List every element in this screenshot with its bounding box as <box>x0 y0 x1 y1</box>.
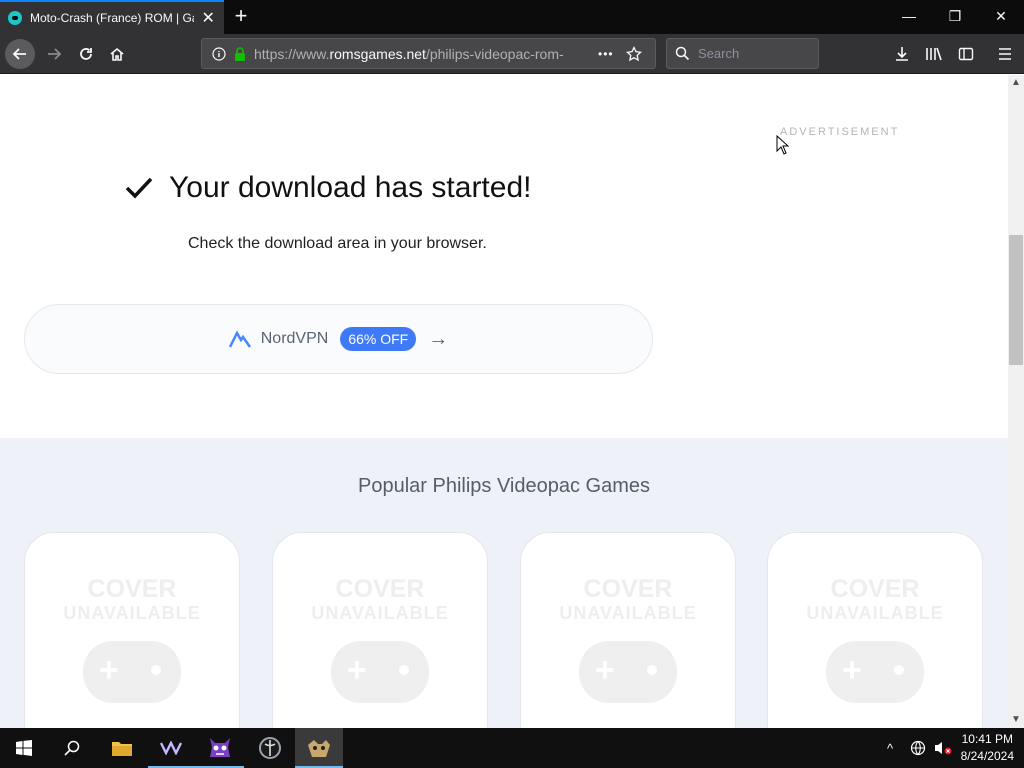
system-clock[interactable]: 10:41 PM 8/24/2024 <box>961 731 1014 765</box>
url-prefix: https://www. <box>254 45 330 62</box>
cover-text-line1: COVER <box>583 575 673 603</box>
scroll-up-icon[interactable]: ▲ <box>1008 75 1024 91</box>
cover-text-line1: COVER <box>830 575 920 603</box>
window-restore-button[interactable]: ❐ <box>932 0 978 34</box>
gamepad-icon <box>331 641 429 703</box>
arrow-right-icon: → <box>428 327 449 350</box>
page-actions-icon[interactable]: ••• <box>598 47 614 61</box>
cover-text-line2: UNAVAILABLE <box>63 603 201 623</box>
cover-text-line1: COVER <box>87 575 177 603</box>
game-card[interactable]: COVER UNAVAILABLE <box>767 532 983 728</box>
gamepad-icon <box>83 641 181 703</box>
forward-arrow-icon <box>48 48 62 60</box>
url-path: /philips-videopac-rom- <box>425 45 564 62</box>
app-logo-icon <box>160 741 183 755</box>
game-card[interactable]: COVER UNAVAILABLE <box>24 532 240 728</box>
taskbar-game-app[interactable] <box>196 728 244 768</box>
globe-icon <box>910 740 926 756</box>
search-bar[interactable] <box>666 38 819 69</box>
cover-text-line2: UNAVAILABLE <box>311 603 449 623</box>
library-button[interactable] <box>920 40 948 68</box>
game-card[interactable]: COVER UNAVAILABLE <box>520 532 736 728</box>
monster-icon <box>210 738 230 757</box>
scroll-thumb[interactable] <box>1009 235 1023 365</box>
download-heading: Your download has started! <box>125 171 531 205</box>
taskbar-firefox-app[interactable] <box>295 728 343 768</box>
url-text[interactable]: https://www.romsgames.net/philips-videop… <box>254 46 564 62</box>
clock-time: 10:41 PM <box>961 732 1013 746</box>
game-card[interactable]: COVER UNAVAILABLE <box>272 532 488 728</box>
popular-games-section: Popular Philips Videopac Games COVER UNA… <box>0 438 1008 728</box>
window-minimize-button[interactable]: — <box>886 0 932 34</box>
page-content: ADVERTISEMENT Your download has started!… <box>0 75 1008 728</box>
folder-icon <box>112 742 132 756</box>
checkmark-icon <box>125 177 153 199</box>
windows-logo-icon <box>16 740 32 756</box>
tab-bar: Moto-Crash (France) ROM | Games ✕ + — ❐ … <box>0 0 1024 34</box>
browser-window: Moto-Crash (France) ROM | Games ✕ + — ❐ … <box>0 0 1024 728</box>
download-icon <box>896 47 908 61</box>
windows-taskbar: ^ 10:41 PM 8/24/2024 <box>0 728 1024 768</box>
home-icon <box>110 47 124 61</box>
discount-badge: 66% OFF <box>340 327 417 351</box>
bookmark-star-icon[interactable] <box>625 45 642 62</box>
cover-text-line2: UNAVAILABLE <box>806 603 944 623</box>
sidebar-icon <box>958 47 974 61</box>
menu-button[interactable] <box>991 40 1019 68</box>
lock-icon[interactable] <box>234 46 246 61</box>
nav-toolbar: https://www.romsgames.net/philips-videop… <box>0 34 1024 74</box>
info-icon[interactable] <box>212 46 226 61</box>
download-subtitle: Check the download area in your browser. <box>188 235 487 252</box>
download-title: Your download has started! <box>169 171 532 204</box>
advertisement-label: ADVERTISEMENT <box>780 126 900 138</box>
raccoon-app-icon <box>308 740 330 757</box>
reload-icon <box>80 48 92 60</box>
url-host: romsgames.net <box>329 45 426 62</box>
forward-button[interactable] <box>40 40 68 68</box>
search-icon <box>675 46 690 61</box>
emulator-icon <box>259 737 281 759</box>
cover-text-line2: UNAVAILABLE <box>559 603 697 623</box>
back-button[interactable] <box>5 39 35 69</box>
taskbar-emulator-app[interactable] <box>246 728 294 768</box>
cover-text-line1: COVER <box>335 575 425 603</box>
gamepad-icon <box>826 641 924 703</box>
home-button[interactable] <box>103 40 131 68</box>
popular-games-title: Popular Philips Videopac Games <box>357 475 651 497</box>
tab-title: Moto-Crash (France) ROM | Games <box>30 11 194 25</box>
network-globe-icon[interactable] <box>910 728 926 768</box>
tab-active[interactable]: Moto-Crash (France) ROM | Games ✕ <box>0 0 224 34</box>
search-icon <box>64 740 80 756</box>
gamepad-icon <box>579 641 677 703</box>
back-arrow-icon <box>12 48 26 60</box>
clock-date: 8/24/2024 <box>960 749 1014 763</box>
start-button[interactable] <box>0 728 48 768</box>
volume-muted-icon[interactable] <box>934 728 952 768</box>
downloads-button[interactable] <box>888 40 916 68</box>
page-scrollbar[interactable]: ▲ ▼ <box>1008 75 1024 728</box>
reload-button[interactable] <box>72 40 100 68</box>
hamburger-menu-icon <box>999 48 1011 60</box>
vpn-name: NordVPN <box>260 330 329 347</box>
mouse-cursor-icon <box>776 135 790 155</box>
nordvpn-ad-banner[interactable]: NordVPN 66% OFF → <box>24 304 653 374</box>
window-close-button[interactable]: ✕ <box>978 0 1024 34</box>
nordvpn-logo-icon <box>228 330 251 348</box>
new-tab-button[interactable]: + <box>228 4 254 30</box>
tab-close-icon[interactable]: ✕ <box>200 8 216 28</box>
site-favicon-icon <box>8 11 22 25</box>
file-explorer-button[interactable] <box>98 728 146 768</box>
taskbar-search-button[interactable] <box>48 728 96 768</box>
scroll-down-icon[interactable]: ▼ <box>1008 712 1024 728</box>
search-input[interactable] <box>698 46 808 61</box>
tray-chevron-icon[interactable]: ^ <box>887 728 893 768</box>
address-bar[interactable]: https://www.romsgames.net/philips-videop… <box>201 38 656 69</box>
sidebar-button[interactable] <box>952 40 980 68</box>
taskbar-app-launcher[interactable] <box>148 728 196 768</box>
speaker-muted-icon <box>935 742 952 755</box>
library-icon <box>926 47 942 61</box>
